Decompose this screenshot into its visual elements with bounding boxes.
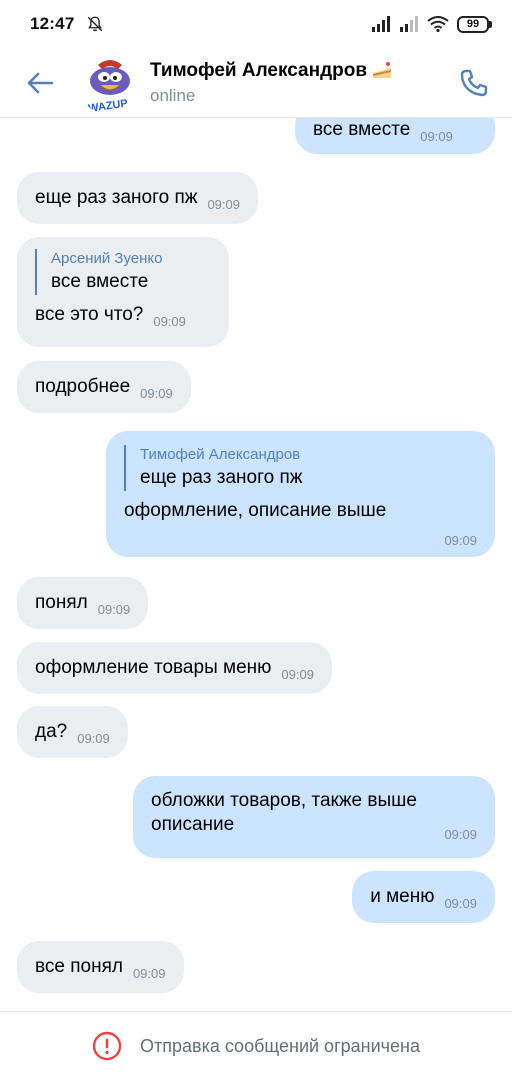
reply-author: Арсений Зуенко: [51, 250, 163, 267]
message-text: оформление, описание выше: [124, 500, 387, 521]
messaging-restricted-bar: Отправка сообщений ограничена: [0, 1011, 512, 1080]
message-bubble-incoming[interactable]: еще раз заного пж 09:09: [17, 172, 258, 224]
message-bubble-incoming[interactable]: все понял 09:09: [17, 941, 184, 993]
status-time: 12:47: [30, 14, 75, 33]
message-time: 09:09: [132, 966, 166, 981]
reply-author: Тимофей Александров: [140, 446, 301, 463]
restriction-notice: Отправка сообщений ограничена: [140, 1035, 420, 1056]
cake-icon: [373, 61, 392, 78]
call-button[interactable]: [454, 63, 494, 103]
contact-info[interactable]: Тимофей Александров online: [150, 60, 393, 106]
message-text: оформление товары меню: [35, 657, 272, 678]
message-time: 09:09: [444, 533, 477, 548]
message-text: все вместе: [313, 119, 411, 140]
message-bubble-incoming[interactable]: понял 09:09: [17, 577, 149, 629]
message-time: 09:09: [281, 667, 314, 682]
contact-name: Тимофей Александров: [150, 59, 368, 81]
reply-quote[interactable]: Арсений Зуенко все вместе: [35, 249, 211, 295]
message-bubble-incoming-reply[interactable]: Арсений Зуенко все вместе все это что? 09…: [17, 237, 229, 347]
contact-status: online: [150, 85, 196, 105]
message-text: подробнее: [35, 376, 131, 397]
battery-indicator: 99: [457, 15, 492, 33]
message-time: 09:09: [153, 314, 186, 329]
message-text: все понял: [35, 956, 123, 977]
message-time: 09:09: [444, 896, 477, 911]
cellular-signal-icon: [372, 16, 390, 32]
message-text: все это что?: [35, 304, 144, 325]
message-bubble-outgoing[interactable]: обложки товаров, также выше описание 09:…: [133, 776, 495, 858]
message-time: 09:09: [207, 197, 240, 212]
message-bubble-outgoing[interactable]: и меню 09:09: [352, 871, 495, 923]
message-time: 09:09: [140, 386, 173, 401]
notifications-off-icon: [88, 16, 103, 32]
message-time: 09:09: [97, 602, 131, 617]
battery-level: 99: [457, 15, 489, 33]
reply-text: еще раз заного пж: [140, 467, 303, 488]
reply-quote[interactable]: Тимофей Александров еще раз заного пж: [124, 445, 477, 491]
wifi-icon: [427, 16, 449, 32]
message-time: 09:09: [420, 129, 453, 144]
message-text: еще раз заного пж: [35, 187, 198, 208]
message-bubble-outgoing[interactable]: все вместе 09:09: [295, 118, 495, 154]
phone-icon: [460, 69, 488, 96]
message-bubble-incoming[interactable]: подробнее 09:09: [17, 361, 191, 413]
arrow-left-icon: [27, 72, 54, 93]
message-bubble-incoming[interactable]: да? 09:09: [17, 706, 128, 758]
contact-avatar[interactable]: WAZUP: [78, 50, 142, 115]
status-bar: 12:47 99: [0, 0, 512, 48]
message-time: 09:09: [77, 731, 110, 746]
message-list[interactable]: все вместе 09:09 еще раз заного пж 09:09 А…: [0, 118, 512, 1011]
message-bubble-incoming[interactable]: оформление товары меню 09:09: [17, 642, 332, 694]
message-bubble-outgoing-reply[interactable]: Тимофей Александров еще раз заного пж оф…: [106, 431, 495, 557]
avatar-image: WAZUP: [78, 50, 142, 115]
message-text: понял: [35, 592, 88, 613]
message-time: 09:09: [444, 827, 477, 842]
reply-text: все вместе: [51, 271, 149, 292]
message-text: и меню: [370, 886, 435, 907]
chat-header: WAZUP Тимофей Александров online: [0, 48, 512, 118]
cellular-signal-2-icon: [400, 16, 418, 32]
warning-icon: [92, 1031, 122, 1061]
message-text: да?: [35, 721, 68, 742]
back-button[interactable]: [20, 63, 60, 103]
